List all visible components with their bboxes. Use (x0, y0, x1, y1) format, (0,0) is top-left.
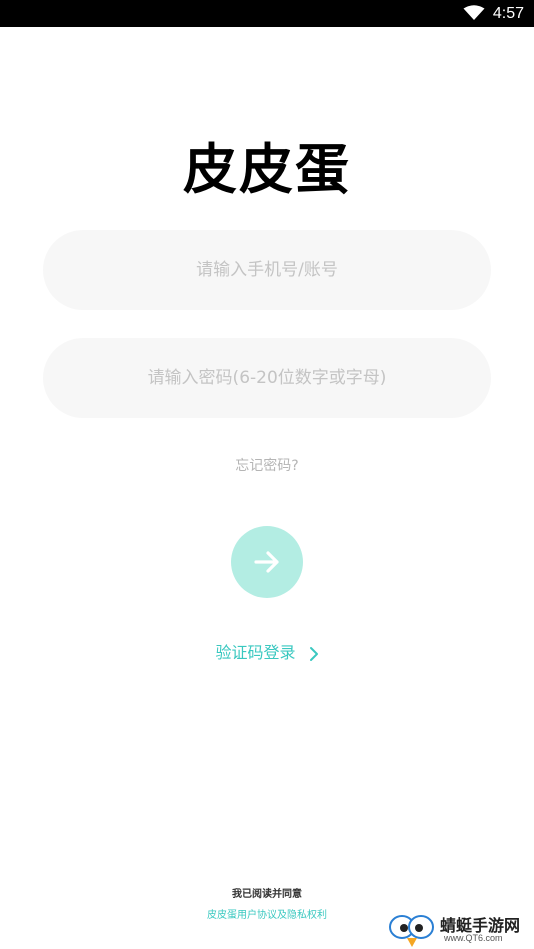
agreement-prefix: 我已阅读并同意 (232, 889, 302, 900)
account-field[interactable] (43, 229, 491, 311)
account-input[interactable] (43, 229, 491, 311)
watermark: 蜻蜓手游网 www.QT6.com (388, 910, 534, 948)
clock: 4:57 (492, 5, 524, 22)
password-input[interactable] (43, 337, 491, 419)
login-submit-button[interactable] (231, 526, 303, 598)
wifi-icon (463, 5, 485, 20)
forgot-password-link[interactable]: 忘记密码? (0, 455, 534, 475)
code-login-label[interactable]: 验证码登录 (215, 643, 295, 662)
status-bar: 4:57 (0, 0, 534, 27)
login-screen: 4:57 皮皮蛋 忘记密码? 验证码登录 我已阅读并同意 皮皮蛋用户协议及隐私权… (0, 0, 534, 949)
dragonfly-logo-icon (389, 915, 434, 947)
forgot-password-label[interactable]: 忘记密码? (235, 458, 298, 474)
watermark-url: www.QT6.com (444, 933, 503, 943)
app-title: 皮皮蛋 (183, 138, 351, 201)
chevron-right-icon (309, 646, 318, 661)
arrow-right-icon (254, 551, 279, 573)
password-field[interactable] (43, 337, 491, 419)
code-login-link[interactable]: 验证码登录 (0, 639, 534, 663)
